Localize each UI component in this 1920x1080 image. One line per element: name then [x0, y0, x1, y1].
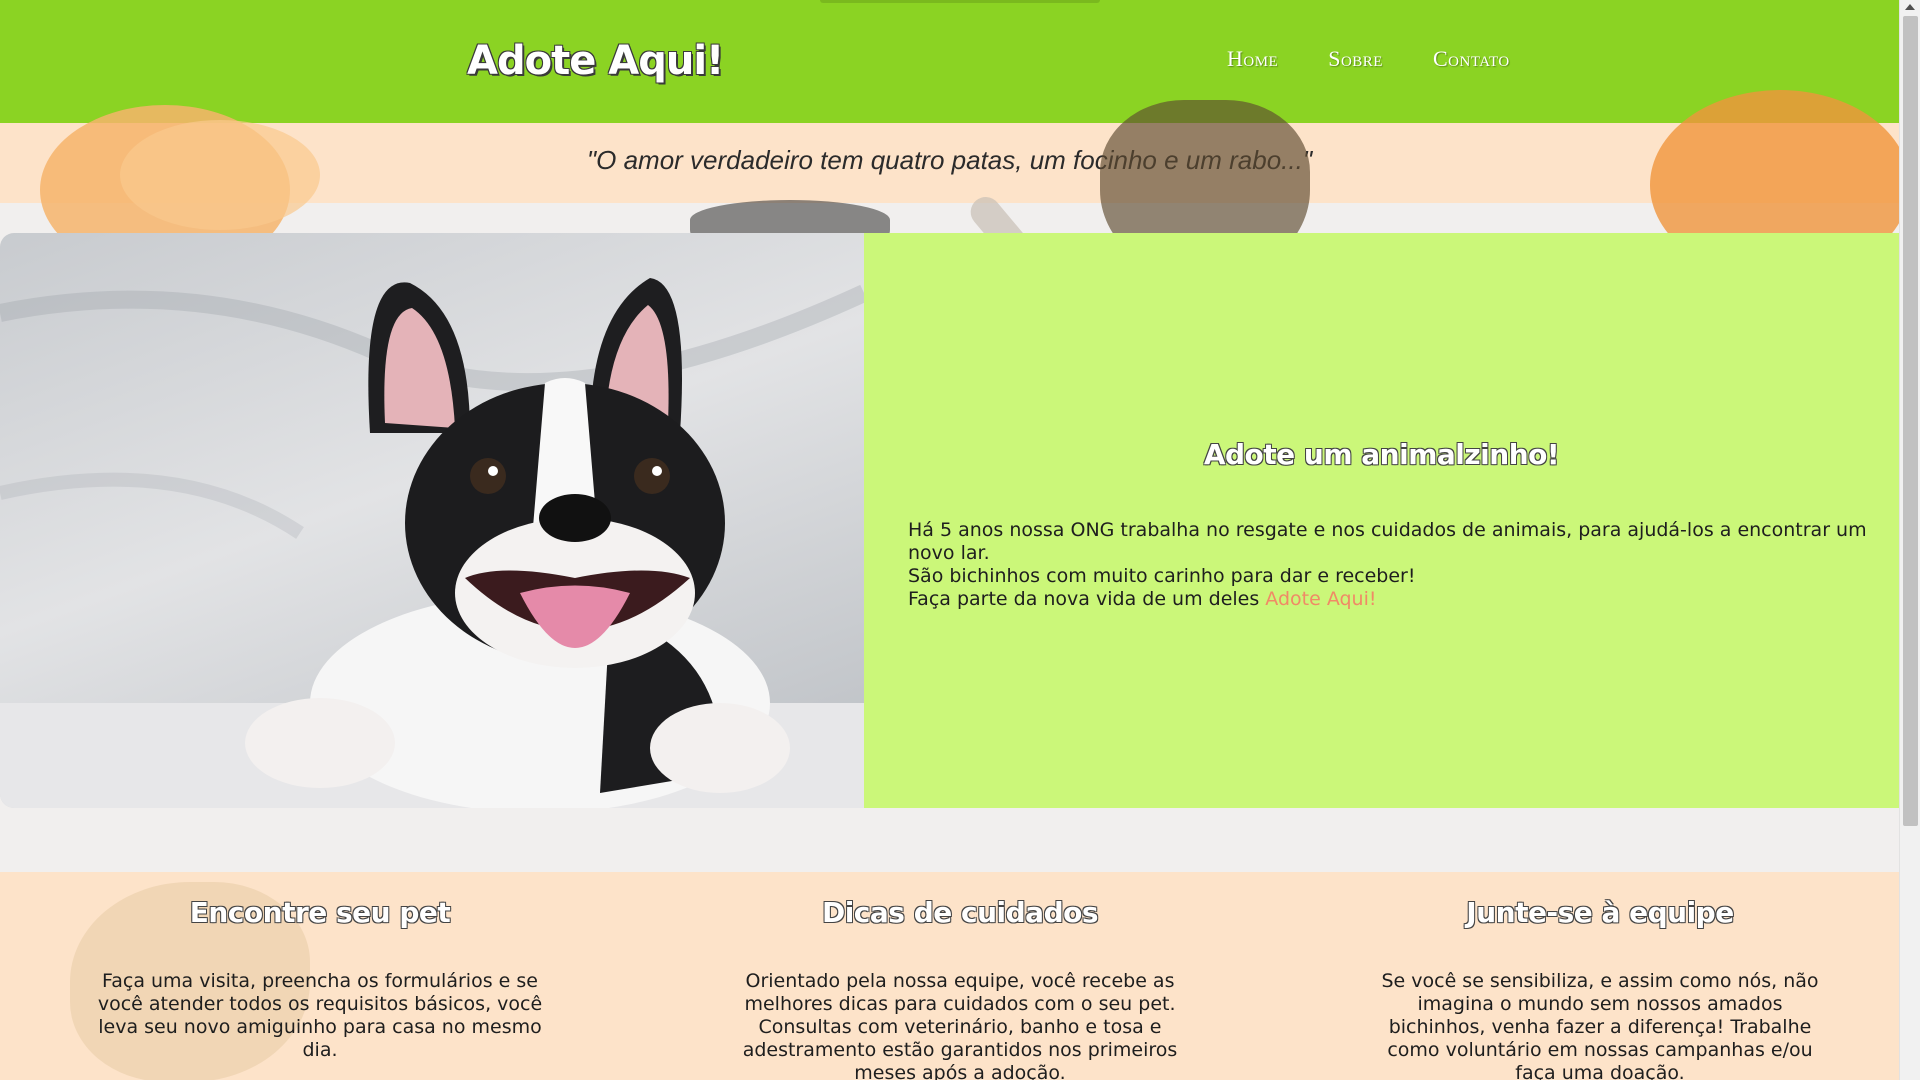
fox-ear-illustration — [120, 120, 320, 230]
section-encontre-pet: Encontre seu pet Faça uma visita, preenc… — [70, 896, 570, 1062]
adote-aqui-link[interactable]: Adote Aqui! — [1265, 588, 1376, 610]
header-top-shadow — [820, 0, 1100, 3]
nav-home-link[interactable]: Home — [1227, 46, 1278, 72]
hero-title: Adote um animalzinho! — [1203, 438, 1560, 471]
hero-panel: Adote um animalzinho! Há 5 anos nossa ON… — [864, 233, 1899, 808]
section-junte-equipe: Junte-se à equipe Se você se sensibiliza… — [1350, 896, 1850, 1080]
nav-contato-link[interactable]: Contato — [1433, 46, 1510, 72]
section-text: Orientado pela nossa equipe, você recebe… — [742, 970, 1178, 1080]
section-title: Dicas de cuidados — [821, 896, 1099, 929]
info-sections: Encontre seu pet Faça uma visita, preenc… — [0, 872, 1899, 1080]
nav-sobre-link[interactable]: Sobre — [1328, 46, 1383, 72]
french-bulldog-icon — [0, 278, 864, 808]
section-text: Faça uma visita, preencha os formulários… — [97, 970, 543, 1061]
vertical-scrollbar[interactable] — [1899, 0, 1920, 1080]
hero-line-3-text: Faça parte da nova vida de um deles — [908, 588, 1266, 610]
section-title: Junte-se à equipe — [1466, 896, 1734, 929]
hero-line-1: Há 5 anos nossa ONG trabalha no resgate … — [908, 519, 1867, 564]
scroll-up-arrow-icon[interactable] — [1905, 4, 1915, 10]
scroll-thumb[interactable] — [1903, 16, 1918, 826]
site-logo[interactable]: Adote Aqui! — [467, 38, 724, 84]
site-header: Adote Aqui! Home Sobre Contato — [0, 0, 1899, 123]
section-text: Se você se sensibiliza, e assim como nós… — [1381, 970, 1819, 1080]
hero-description: Há 5 anos nossa ONG trabalha no resgate … — [908, 519, 1888, 611]
hero-dog-photo — [0, 233, 864, 808]
hero-line-2: São bichinhos com muito carinho para dar… — [908, 565, 1416, 587]
section-title: Encontre seu pet — [189, 896, 451, 929]
section-dicas-cuidados: Dicas de cuidados Orientado pela nossa e… — [710, 896, 1210, 1080]
main-nav: Home Sobre Contato — [1227, 46, 1510, 72]
hero-line-3: Faça parte da nova vida de um deles Adot… — [908, 588, 1888, 611]
